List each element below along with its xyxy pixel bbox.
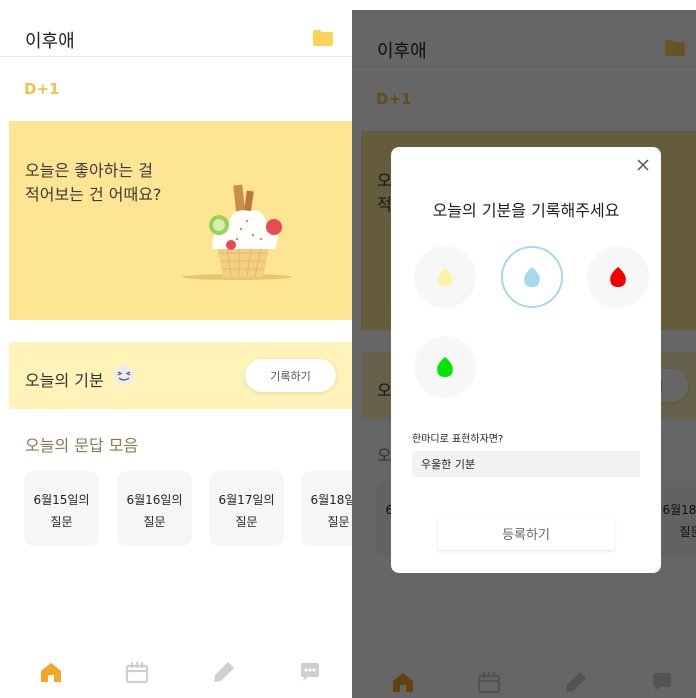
question-card-label: 질문 xyxy=(143,515,166,529)
home-screen-content: 이후애 D+1 오늘은 좋아하는 걸 적어보는 건 어때요? 오늘의 기분 기록… xyxy=(352,10,696,698)
question-card-label: 질문 xyxy=(50,515,73,529)
pencil-icon[interactable] xyxy=(212,660,236,684)
mood-option-blue[interactable] xyxy=(501,246,563,308)
home-screen-with-mood-modal: 이후애 D+1 오늘은 좋아하는 걸 적어보는 건 어때요? 오늘의 기분 기록… xyxy=(352,10,696,698)
laughing-emoji-icon xyxy=(114,365,134,385)
green-egg-icon xyxy=(437,357,453,377)
mood-option-green[interactable] xyxy=(414,336,476,398)
ice-cream-illustration xyxy=(182,184,292,280)
home-screen: 이후애 D+1 오늘은 좋아하는 걸 적어보는 건 어때요? 오늘의 기분 기록… xyxy=(0,0,352,698)
submit-button[interactable]: 등록하기 xyxy=(438,516,614,550)
record-mood-button[interactable]: 기록하기 xyxy=(245,359,336,392)
calendar-icon[interactable] xyxy=(125,660,149,684)
question-card-date: 6월16일의 xyxy=(126,493,183,507)
red-egg-icon xyxy=(610,267,626,287)
question-card[interactable]: 6월15일의 질문 xyxy=(24,471,99,546)
suggestion-banner: 오늘은 좋아하는 걸 적어보는 건 어때요? xyxy=(9,121,352,320)
question-card-label: 질문 xyxy=(235,515,258,529)
dday-counter: D+1 xyxy=(24,80,60,98)
question-card[interactable]: 6월18일의 질문 xyxy=(301,471,352,546)
yellow-egg-icon xyxy=(438,268,452,286)
chat-icon[interactable] xyxy=(298,660,322,684)
today-mood-bar: 오늘의 기분 기록하기 xyxy=(9,342,352,409)
close-icon[interactable] xyxy=(635,157,651,173)
blue-egg-icon xyxy=(524,267,540,287)
banner-text-line-2: 적어보는 건 어때요? xyxy=(25,185,162,204)
home-screen-content: 이후애 D+1 오늘은 좋아하는 걸 적어보는 건 어때요? 오늘의 기분 기록… xyxy=(0,0,352,698)
expression-input[interactable] xyxy=(412,451,640,477)
app-title: 이후애 xyxy=(25,31,75,52)
expression-label: 한마디로 표현하자면? xyxy=(412,434,504,445)
mood-option-yellow[interactable] xyxy=(414,246,476,308)
question-card[interactable]: 6월16일의 질문 xyxy=(117,471,192,546)
home-icon[interactable] xyxy=(39,660,63,684)
modal-title: 오늘의 기분을 기록해주세요 xyxy=(432,201,620,220)
question-card-label: 질문 xyxy=(327,515,350,529)
question-card[interactable]: 6월17일의 질문 xyxy=(209,471,284,546)
app-header: 이후애 xyxy=(0,0,352,57)
folder-icon[interactable] xyxy=(313,30,333,46)
answers-section-title: 오늘의 문답 모음 xyxy=(25,436,139,455)
question-card-date: 6월15일의 xyxy=(33,493,90,507)
mood-record-modal: 오늘의 기분을 기록해주세요 한마디로 표현하자면? 우울한 기분 등록하기 xyxy=(391,147,661,573)
mood-option-red[interactable] xyxy=(587,246,649,308)
banner-text-line-1: 오늘은 좋아하는 걸 xyxy=(25,161,153,180)
question-card-date: 6월18일의 xyxy=(310,493,352,507)
question-card-date: 6월17일의 xyxy=(218,493,275,507)
today-mood-label: 오늘의 기분 xyxy=(25,371,104,390)
